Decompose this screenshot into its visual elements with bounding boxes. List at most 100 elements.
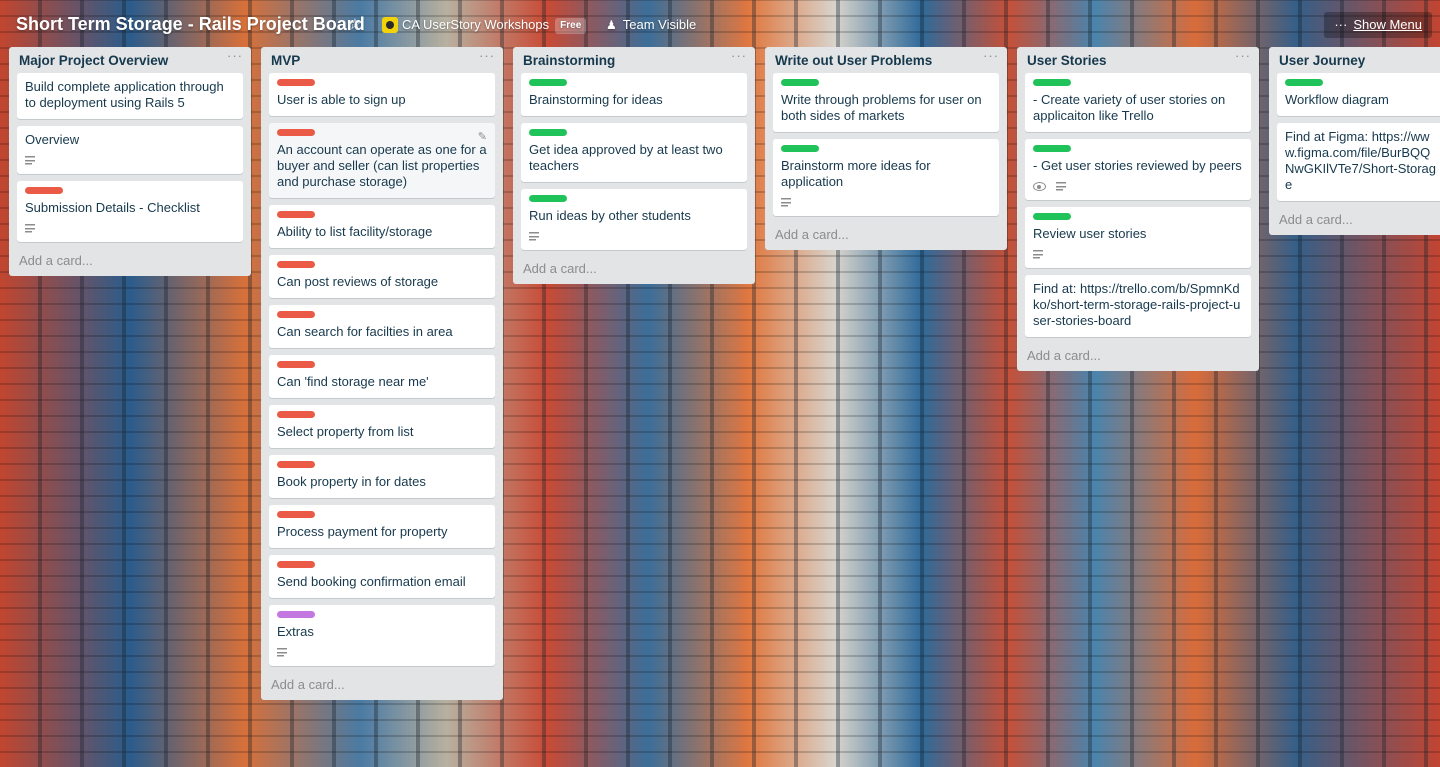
card[interactable]: - Create variety of user stories on appl… <box>1025 73 1251 132</box>
label-green <box>529 79 567 86</box>
card[interactable]: Can 'find storage near me' <box>269 355 495 398</box>
label-green <box>529 129 567 136</box>
card-title: Brainstorm more ideas for application <box>781 158 931 189</box>
card-title: Find at: https://trello.com/b/SpmnKdko/s… <box>1033 281 1241 328</box>
card[interactable]: Process payment for property <box>269 505 495 548</box>
card-title: Overview <box>25 132 80 147</box>
card[interactable]: Overview <box>17 126 243 174</box>
card[interactable]: ✎ An account can operate as one for a bu… <box>269 123 495 198</box>
list-menu-icon[interactable]: ··· <box>731 48 747 63</box>
description-icon <box>277 648 287 658</box>
card-title: Select property from list <box>277 424 414 439</box>
card-title: Send booking confirmation email <box>277 574 466 589</box>
list-title[interactable]: Brainstorming <box>523 53 615 68</box>
label-red <box>277 461 315 468</box>
card[interactable]: - Get user stories reviewed by peers <box>1025 139 1251 200</box>
card-title: Workflow diagram <box>1285 92 1389 107</box>
list-write-out-user-problems: Write out User Problems ··· Write throug… <box>765 47 1007 250</box>
card-title: - Get user stories reviewed by peers <box>1033 158 1242 173</box>
card-title: Find at Figma: https://www.figma.com/fil… <box>1285 129 1437 192</box>
list-header: Brainstorming ··· <box>521 47 747 73</box>
list-title[interactable]: User Stories <box>1027 53 1107 68</box>
label-red <box>277 511 315 518</box>
label-red <box>277 411 315 418</box>
show-menu-label: Show Menu <box>1353 17 1422 32</box>
label-red <box>277 129 315 136</box>
card-title: Can search for facilties in area <box>277 324 453 339</box>
list-header: Write out User Problems ··· <box>773 47 999 73</box>
description-icon <box>1056 182 1066 192</box>
card-title: An account can operate as one for a buye… <box>277 142 487 189</box>
card[interactable]: User is able to sign up <box>269 73 495 116</box>
list-title[interactable]: User Journey <box>1279 53 1365 68</box>
card[interactable]: Can search for facilties in area <box>269 305 495 348</box>
more-icon: ··· <box>1334 17 1348 32</box>
label-green <box>781 145 819 152</box>
list-menu-icon[interactable]: ··· <box>479 48 495 63</box>
list-menu-icon[interactable]: ··· <box>1235 48 1251 63</box>
label-red <box>277 211 315 218</box>
show-menu-button[interactable]: ··· Show Menu <box>1324 12 1432 38</box>
card[interactable]: Brainstorm more ideas for application <box>773 139 999 216</box>
description-icon <box>1033 250 1043 260</box>
list-mvp: MVP ··· User is able to sign up ✎ An acc… <box>261 47 503 700</box>
list-menu-icon[interactable]: ··· <box>227 48 243 63</box>
team-icon: ♟ <box>606 18 617 32</box>
star-icon[interactable]: ☆ <box>344 12 366 38</box>
label-green <box>529 195 567 202</box>
label-red <box>277 261 315 268</box>
add-card-button[interactable]: Add a card... <box>269 673 495 694</box>
card[interactable]: Extras <box>269 605 495 666</box>
add-card-button[interactable]: Add a card... <box>773 223 999 244</box>
org-name: CA UserStory Workshops <box>402 17 550 32</box>
list-title[interactable]: Major Project Overview <box>19 53 168 68</box>
card[interactable]: Can post reviews of storage <box>269 255 495 298</box>
list-title[interactable]: Write out User Problems <box>775 53 932 68</box>
card[interactable]: Build complete application through to de… <box>17 73 243 119</box>
label-red <box>277 79 315 86</box>
label-green <box>1033 79 1071 86</box>
card-title: Run ideas by other students <box>529 208 691 223</box>
card[interactable]: Find at Figma: https://www.figma.com/fil… <box>1277 123 1440 201</box>
card[interactable]: Write through problems for user on both … <box>773 73 999 132</box>
description-icon <box>25 156 35 166</box>
label-green <box>1033 145 1071 152</box>
add-card-button[interactable]: Add a card... <box>17 249 243 270</box>
label-green <box>1285 79 1323 86</box>
visibility-button[interactable]: ♟ Team Visible <box>600 12 702 38</box>
card[interactable]: Ability to list facility/storage <box>269 205 495 248</box>
card-title: Review user stories <box>1033 226 1147 241</box>
card-title: Can post reviews of storage <box>277 274 439 289</box>
card[interactable]: Book property in for dates <box>269 455 495 498</box>
card[interactable]: Send booking confirmation email <box>269 555 495 598</box>
add-card-button[interactable]: Add a card... <box>521 257 747 278</box>
org-button[interactable]: CA UserStory Workshops Free <box>378 12 592 38</box>
card[interactable]: Get idea approved by at least two teache… <box>521 123 747 182</box>
add-card-button[interactable]: Add a card... <box>1277 208 1440 229</box>
list-header: MVP ··· <box>269 47 495 73</box>
label-red <box>277 311 315 318</box>
list-header: User Journey <box>1277 47 1440 73</box>
card[interactable]: Find at: https://trello.com/b/SpmnKdko/s… <box>1025 275 1251 337</box>
card[interactable]: Brainstorming for ideas <box>521 73 747 116</box>
visibility-label: Team Visible <box>622 17 697 32</box>
card-title: User is able to sign up <box>277 92 406 107</box>
card[interactable]: Review user stories <box>1025 207 1251 268</box>
label-red <box>25 187 63 194</box>
card[interactable]: Workflow diagram <box>1277 73 1440 116</box>
add-card-button[interactable]: Add a card... <box>1025 344 1251 365</box>
card-title: Book property in for dates <box>277 474 426 489</box>
card[interactable]: Select property from list <box>269 405 495 448</box>
card-title: Submission Details - Checklist <box>25 200 200 215</box>
card-title: Extras <box>277 624 314 639</box>
card[interactable]: Submission Details - Checklist <box>17 181 243 242</box>
board-title[interactable]: Short Term Storage - Rails Project Board <box>8 9 373 39</box>
list-title[interactable]: MVP <box>271 53 300 68</box>
card[interactable]: Run ideas by other students <box>521 189 747 250</box>
list-menu-icon[interactable]: ··· <box>983 48 999 63</box>
board-header: Short Term Storage - Rails Project Board… <box>0 0 1440 48</box>
card-title: Brainstorming for ideas <box>529 92 663 107</box>
edit-pencil-icon[interactable]: ✎ <box>478 129 487 145</box>
watch-eye-icon <box>1033 182 1046 192</box>
card-title: - Create variety of user stories on appl… <box>1033 92 1226 123</box>
